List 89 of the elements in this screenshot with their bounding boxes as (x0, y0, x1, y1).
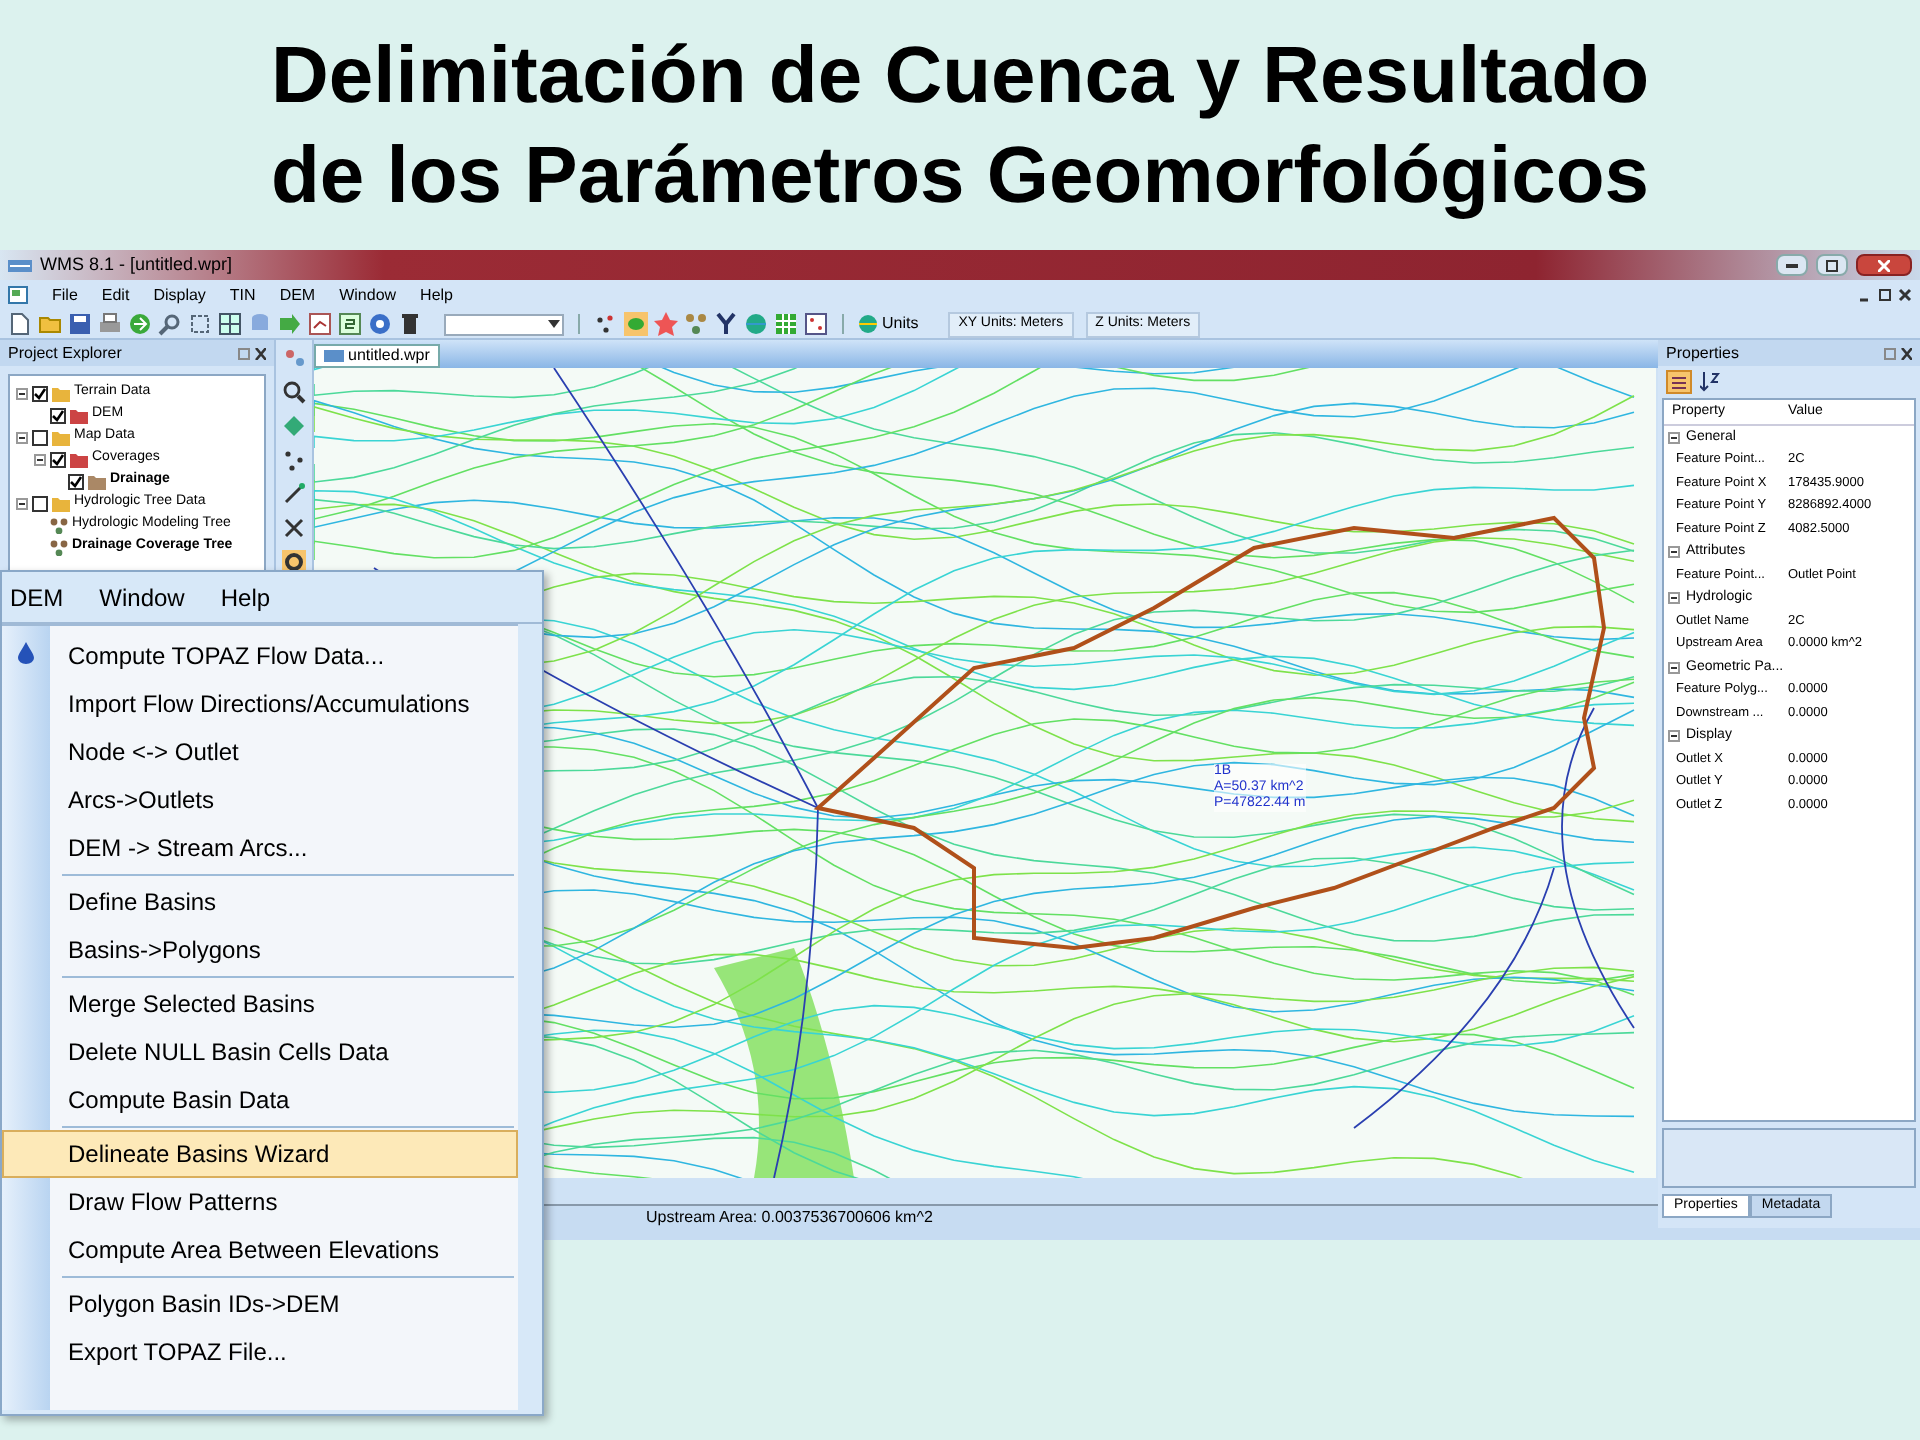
maximize-icon (1826, 259, 1838, 271)
menu-item[interactable]: Arcs->Outlets (50, 776, 518, 824)
menu-item[interactable]: DEM -> Stream Arcs... (50, 824, 518, 872)
trash-icon[interactable] (398, 312, 422, 336)
branch-icon[interactable] (714, 312, 738, 336)
grid-square-icon[interactable] (218, 312, 242, 336)
collapse-icon[interactable] (16, 497, 28, 509)
panel-title: Properties (1666, 341, 1739, 365)
menu-item[interactable]: DEM (10, 579, 64, 615)
menu-item[interactable]: Delineate Basins Wizard (2, 1130, 518, 1178)
collapse-icon[interactable] (16, 431, 28, 443)
collapse-icon[interactable] (1668, 431, 1680, 444)
minimize-button[interactable] (1776, 254, 1808, 276)
menu-item[interactable]: Window (99, 579, 185, 615)
chart-icon[interactable] (308, 312, 332, 336)
document-icon (324, 350, 344, 362)
caret-icon (548, 320, 560, 328)
panel-close-icon[interactable] (1884, 347, 1912, 359)
number-icon[interactable] (338, 312, 362, 336)
close-button[interactable] (1856, 254, 1912, 276)
dots-icon[interactable] (282, 346, 306, 370)
slide-title: de los Parámetros Geomorfológicos (270, 129, 1650, 223)
maximize-button[interactable] (1816, 254, 1848, 276)
menu-item[interactable]: Window (339, 283, 397, 307)
dotted-square-icon[interactable] (804, 312, 828, 336)
checkbox[interactable] (32, 429, 48, 445)
checkbox[interactable] (68, 473, 84, 489)
status-text: Upstream Area: 0.0037536700606 km^2 (646, 1205, 933, 1229)
menu-item[interactable]: File (52, 283, 78, 307)
collapse-icon[interactable] (1668, 730, 1680, 743)
magnifier-icon[interactable] (282, 380, 306, 404)
collapse-icon[interactable] (34, 453, 46, 465)
menu-item[interactable]: Compute Basin Data (50, 1076, 518, 1124)
menu-item[interactable]: Compute Area Between Elevations (50, 1226, 518, 1274)
menu-item[interactable]: Help (420, 283, 453, 307)
checkbox[interactable] (50, 451, 66, 467)
checkbox[interactable] (32, 385, 48, 401)
water-drop-icon (18, 642, 34, 664)
menu-item[interactable]: Compute TOPAZ Flow Data... (50, 632, 518, 680)
document-tab[interactable]: untitled.wpr (314, 344, 440, 368)
menu-item[interactable]: TIN (229, 283, 256, 307)
checkbox[interactable] (50, 407, 66, 423)
minimize-icon (1786, 263, 1798, 267)
save-icon[interactable] (68, 312, 92, 336)
menu-item[interactable]: Basins->Polygons (50, 926, 518, 974)
menu-item[interactable]: Merge Selected Basins (50, 980, 518, 1028)
menu-item[interactable]: Define Basins (50, 878, 518, 926)
categorized-view-button[interactable] (1666, 370, 1692, 394)
panel-close-icon[interactable] (238, 347, 266, 359)
menu-item[interactable]: Import Flow Directions/Accumulations (50, 680, 518, 728)
frame-icon[interactable] (188, 312, 212, 336)
scattered-dots-icon[interactable] (282, 448, 306, 472)
cross-tool-icon[interactable] (282, 516, 306, 540)
menu-item[interactable]: Help (220, 579, 271, 615)
dropdown-field[interactable] (444, 313, 564, 335)
mdi-controls-icon[interactable] (1860, 288, 1912, 302)
menu-item[interactable]: Delete NULL Basin Cells Data (50, 1028, 518, 1076)
circle-arrow-icon[interactable] (128, 312, 152, 336)
printer-icon[interactable] (98, 312, 122, 336)
units-button[interactable]: Units (858, 312, 919, 336)
window-title: WMS 8.1 - [untitled.wpr] (40, 251, 233, 278)
menu-item[interactable]: Polygon Basin IDs->DEM (50, 1280, 518, 1328)
node-tree-icon (50, 517, 68, 533)
line-tool-icon[interactable] (282, 482, 306, 506)
slide-title: Delimitación de Cuenca y Resultado (270, 29, 1650, 123)
star-icon[interactable] (654, 312, 678, 336)
grid-icon[interactable] (774, 312, 798, 336)
panel-title: Project Explorer (8, 341, 122, 365)
checkbox[interactable] (32, 495, 48, 511)
menu-item[interactable]: DEM (279, 283, 316, 307)
globe-icon (858, 314, 878, 334)
scattered-dots-icon[interactable] (594, 312, 618, 336)
menu-item[interactable]: Display (153, 283, 206, 307)
magnifier-icon[interactable] (158, 312, 182, 336)
menu-item[interactable]: Export TOPAZ File... (50, 1328, 518, 1376)
node-tree-icon[interactable] (684, 312, 708, 336)
node-tree-icon (50, 539, 68, 555)
document-icon (8, 286, 28, 304)
menu-item[interactable]: Draw Flow Patterns (50, 1178, 518, 1226)
collapse-icon[interactable] (16, 387, 28, 399)
sort-icon[interactable] (1700, 372, 1720, 392)
collapse-icon[interactable] (1668, 592, 1680, 605)
collapse-icon[interactable] (1668, 546, 1680, 559)
menu-item[interactable]: Node <-> Outlet (50, 728, 518, 776)
collapse-icon[interactable] (1668, 661, 1680, 674)
list-icon (1672, 375, 1686, 389)
close-icon (1878, 259, 1890, 271)
menu-item[interactable]: Edit (101, 283, 130, 307)
app-logo-icon (8, 257, 32, 273)
